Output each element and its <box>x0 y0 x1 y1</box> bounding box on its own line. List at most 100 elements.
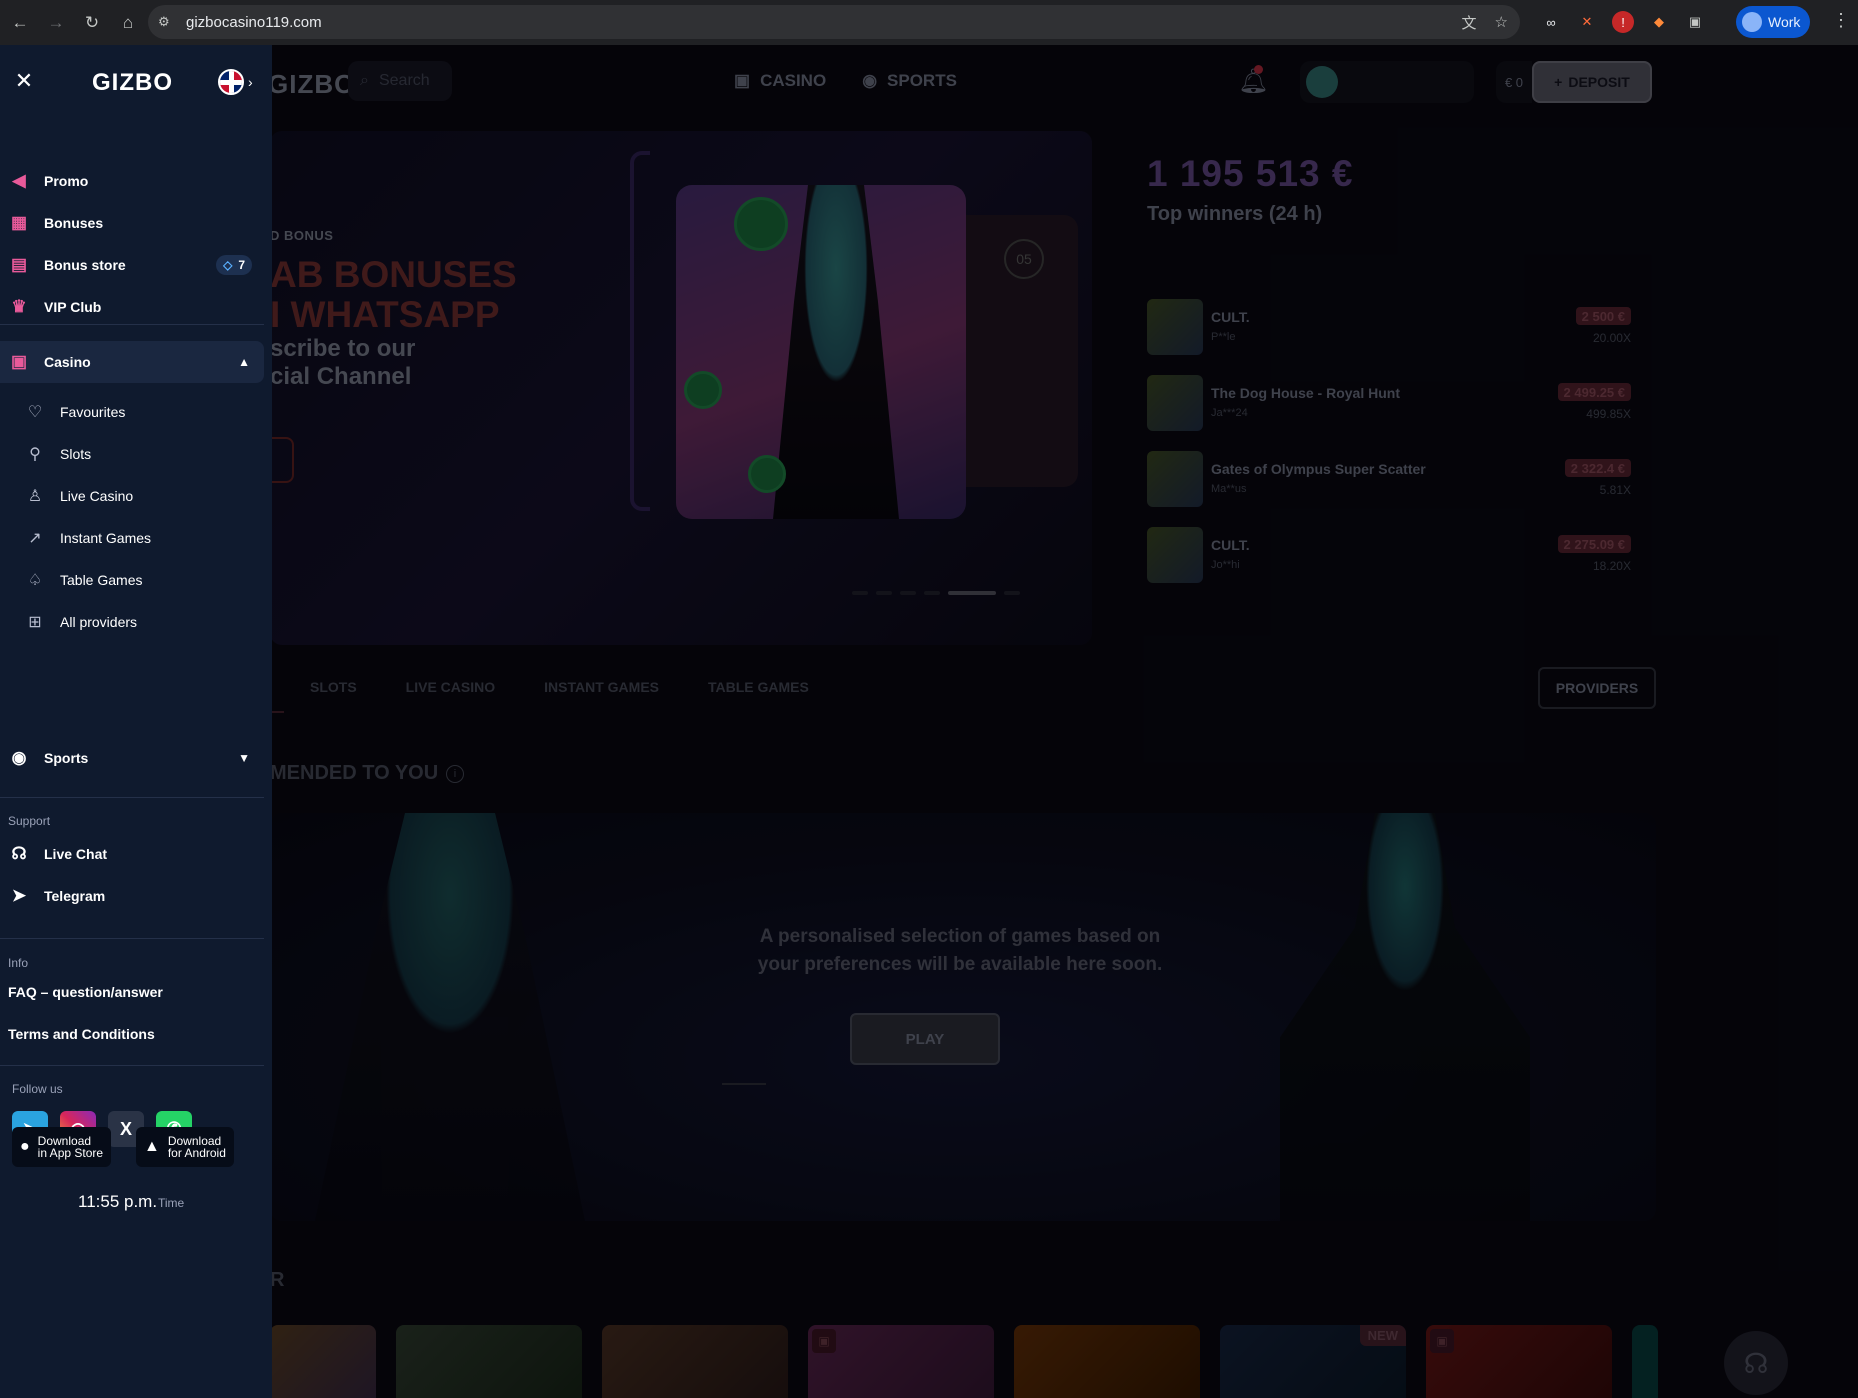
providers-button[interactable]: PROVIDERS <box>1538 667 1656 709</box>
winner-username: Ma**us <box>1211 483 1247 495</box>
tab-table-games[interactable]: TABLE GAMES <box>708 679 809 695</box>
nav-sports[interactable]: ◉ SPORTS <box>862 71 957 91</box>
language-selector[interactable]: › <box>218 69 253 95</box>
winner-game-name: The Dog House - Royal Hunt <box>1211 385 1400 401</box>
winner-multiplier: 20.00X <box>1592 331 1631 345</box>
game-card[interactable] <box>270 1325 376 1398</box>
game-carousel: ▣ NEW ▣ <box>270 1325 1658 1398</box>
game-card[interactable] <box>602 1325 788 1398</box>
menu-item-instant-games[interactable]: ↗ Instant Games <box>0 517 264 559</box>
follow-us-label: Follow us <box>12 1082 63 1096</box>
apple-icon: ● <box>20 1138 30 1155</box>
info-icon[interactable]: i <box>446 765 464 783</box>
carousel-dot[interactable] <box>948 591 996 595</box>
search-input[interactable]: ⌕ Search <box>348 61 452 101</box>
download-app-store-button[interactable]: ● Download in App Store <box>12 1127 112 1167</box>
game-card[interactable]: ▣ <box>1426 1325 1612 1398</box>
bookmark-star-icon[interactable]: ☆ <box>1495 13 1508 31</box>
menu-item-telegram[interactable]: ➤ Telegram <box>0 875 264 917</box>
menu-item-label: Favourites <box>60 404 126 420</box>
address-bar[interactable]: ⚙ gizbocasino119.com 文 ☆ <box>148 5 1520 39</box>
winner-row[interactable]: The Dog House - Royal Hunt Ja***24 2 499.2… <box>1147 375 1643 433</box>
uk-flag-icon <box>218 69 244 95</box>
extension-link-icon[interactable]: ∞ <box>1540 11 1562 33</box>
play-button[interactable]: PLAY <box>850 1013 1000 1065</box>
user-profile-block[interactable] <box>1300 61 1474 103</box>
whatsapp-icon <box>734 197 788 251</box>
hero-cta-button[interactable] <box>270 437 294 483</box>
game-card[interactable] <box>396 1325 582 1398</box>
divider <box>0 938 264 939</box>
terms-link[interactable]: Terms and Conditions <box>8 1026 155 1042</box>
support-chat-button[interactable]: ☊ <box>1724 1331 1788 1395</box>
game-card[interactable]: ▣ <box>808 1325 994 1398</box>
menu-item-live-casino[interactable]: ♙ Live Casino <box>0 475 264 517</box>
extension-x-icon[interactable]: ✕ <box>1576 11 1598 33</box>
back-icon[interactable]: ← <box>6 9 34 37</box>
browser-toolbar: ← → ↻ ⌂ ⚙ gizbocasino119.com 文 ☆ ∞ ✕ ! ◆… <box>0 0 1858 45</box>
browser-menu-icon[interactable]: ⋮ <box>1832 10 1850 31</box>
menu-item-bonus-store[interactable]: ▤ Bonus store ◇ 7 <box>0 244 264 286</box>
winner-row[interactable]: CULT. P**le 2 500 € 20.00X <box>1147 299 1643 357</box>
menu-item-favourites[interactable]: ♡ Favourites <box>0 391 264 433</box>
clock-label: Time <box>158 1196 185 1210</box>
deposit-button[interactable]: + DEPOSIT <box>1532 61 1652 103</box>
extensions-puzzle-icon[interactable]: ▣ <box>1684 11 1706 33</box>
hero-next-card[interactable]: 05 <box>966 215 1078 487</box>
winner-row[interactable]: CULT. Jo**hi 2 275.09 € 18.20X <box>1147 527 1643 585</box>
game-card[interactable] <box>1014 1325 1200 1398</box>
game-card[interactable]: NEW <box>1220 1325 1406 1398</box>
winner-amount: 2 500 € <box>1575 307 1631 325</box>
carousel-dots <box>852 591 1020 595</box>
balance-display[interactable]: € 0 <box>1496 61 1532 103</box>
faq-link[interactable]: FAQ – question/answer <box>8 984 163 1000</box>
menu-item-label: Bonus store <box>44 257 126 273</box>
site-header: GIZBO ⌕ Search ▣ CASINO ◉ SPORTS 🔔︎ € 0 + D… <box>0 45 1858 117</box>
divider <box>0 324 264 325</box>
tab-slots[interactable]: SLOTS <box>310 679 357 695</box>
menu-item-table-games[interactable]: ♤ Table Games <box>0 559 264 601</box>
gem-icon: ◇ <box>223 258 233 272</box>
winner-multiplier: 5.81X <box>1599 483 1631 497</box>
game-card[interactable] <box>1632 1325 1658 1398</box>
profile-chip[interactable]: Work <box>1736 6 1811 38</box>
divider <box>0 797 264 798</box>
carousel-dot[interactable] <box>876 591 892 595</box>
carousel-dot[interactable] <box>852 591 868 595</box>
carousel-dot[interactable] <box>1004 591 1020 595</box>
menu-item-label: Live Casino <box>60 488 134 504</box>
reload-icon[interactable]: ↻ <box>78 9 106 37</box>
menu-item-live-chat[interactable]: ☊ Live Chat <box>0 833 264 875</box>
chevron-up-icon: ▲ <box>238 355 250 369</box>
notifications-bell-icon[interactable]: 🔔︎ <box>1238 65 1268 96</box>
extension-badge-icon[interactable]: ! <box>1612 11 1634 33</box>
url-text[interactable]: gizbocasino119.com <box>186 14 322 31</box>
home-icon[interactable]: ⌂ <box>114 9 142 37</box>
nav-casino[interactable]: ▣ CASINO <box>734 71 826 91</box>
neon-frame-decoration <box>630 151 650 511</box>
sports-section-toggle[interactable]: ◉ Sports ▼ <box>0 737 264 779</box>
tab-instant-games[interactable]: INSTANT GAMES <box>544 679 659 695</box>
drawer-logo[interactable]: GIZBO <box>92 69 173 97</box>
tab-live-casino[interactable]: LIVE CASINO <box>406 679 495 695</box>
menu-item-promo[interactable]: ◀ Promo <box>0 160 264 202</box>
carousel-dot[interactable] <box>924 591 940 595</box>
download-android-button[interactable]: ▲ Download for Android <box>136 1127 234 1167</box>
winner-row[interactable]: Gates of Olympus Super Scatter Ma**us 2 32… <box>1147 451 1643 509</box>
menu-item-slots[interactable]: ⚲ Slots <box>0 433 264 475</box>
extension-fox-icon[interactable]: ◆ <box>1648 11 1670 33</box>
site-info-icon[interactable]: ⚙ <box>158 14 174 30</box>
menu-item-vip-club[interactable]: ♛ VIP Club <box>0 286 264 328</box>
carousel-dot[interactable] <box>900 591 916 595</box>
headset-icon: ☊ <box>11 844 27 863</box>
casino-section-toggle[interactable]: ▣ Casino ▲ <box>0 341 264 383</box>
close-icon[interactable]: ✕ <box>12 68 36 93</box>
translate-icon[interactable]: 文 <box>1462 12 1477 33</box>
forward-icon[interactable]: → <box>42 9 70 37</box>
soccer-ball-icon: ◉ <box>11 748 27 767</box>
site-logo[interactable]: GIZBO <box>268 69 355 100</box>
gift-icon: ▣ <box>1430 1329 1454 1353</box>
menu-item-all-providers[interactable]: ⊞ All providers <box>0 601 264 643</box>
hero-whatsapp-card[interactable] <box>676 185 966 519</box>
menu-item-bonuses[interactable]: ▦ Bonuses <box>0 202 264 244</box>
